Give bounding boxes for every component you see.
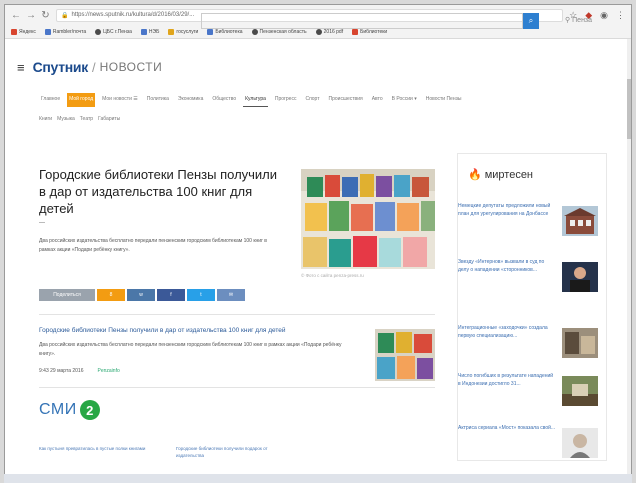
mirtesen-item-thumbnail	[562, 428, 598, 458]
logo-separator: /	[91, 59, 96, 75]
mirtesen-item-thumbnail	[562, 262, 598, 292]
tag-link[interactable]: Габариты	[98, 116, 120, 122]
rubric-item[interactable]: Культура	[243, 93, 268, 107]
bookmark[interactable]: госуслуги	[168, 28, 198, 35]
menu-icon[interactable]: ⋮	[616, 10, 625, 21]
mirtesen-header[interactable]: 🔥 миртесен	[468, 168, 534, 182]
smi2-logo[interactable]: СМИ 2	[39, 400, 100, 420]
rubric-item[interactable]: Экономика	[176, 93, 205, 107]
smi2-link[interactable]: Как пустыня превратилась в пустые полки …	[39, 445, 154, 459]
profile-icon[interactable]: ◉	[600, 10, 608, 21]
share-mail-button[interactable]: ✉	[217, 289, 245, 301]
tag-link[interactable]: Музыка	[57, 116, 75, 122]
share-vk-button[interactable]: w	[127, 289, 155, 301]
bookmark[interactable]: 2016 pdf	[315, 28, 343, 35]
related-news-link[interactable]: Городские библиотеки Пензы получили в да…	[39, 327, 359, 334]
photo-caption: © Фото с сайта penza-press.ru	[301, 273, 364, 278]
city-selector[interactable]: ⚲ Пенза	[565, 16, 593, 25]
tag-link[interactable]: Театр	[80, 116, 93, 122]
forward-icon[interactable]: →	[26, 10, 36, 21]
mirtesen-item-text: Число погибших в результате нападений в …	[458, 373, 554, 387]
mirtesen-item-text: Немецкие депутаты предложили новый план …	[458, 203, 551, 217]
share-twitter-button[interactable]: t	[187, 289, 215, 301]
back-icon[interactable]: ←	[11, 10, 21, 21]
article-lead: Два российских издательства бесплатно пе…	[39, 238, 267, 253]
search-button[interactable]: ⌕	[523, 13, 539, 29]
mirtesen-item[interactable]: Интеграционные «заходочки» создала перву…	[458, 324, 608, 368]
divider	[39, 314, 435, 315]
rubric-item[interactable]: Общество	[210, 93, 238, 107]
rubric-item[interactable]: В России ▾	[390, 93, 419, 107]
lock-icon: 🔒	[61, 12, 69, 19]
mirtesen-item[interactable]: Число погибших в результате нападений в …	[458, 372, 608, 416]
site-logo[interactable]: Спутник	[33, 59, 89, 75]
rubric-item[interactable]: Спорт	[303, 93, 321, 107]
logo-subtitle: НОВОСТИ	[99, 60, 163, 74]
related-news-text: Два российских издательства бесплатно пе…	[39, 342, 342, 357]
url-text: https://news.sputnik.ru/kultura/d/2016/0…	[71, 12, 195, 18]
rubric-nav: Главное Мой город Мои новости ☰ Политика Эко…	[39, 93, 464, 107]
rubric-item[interactable]: Прогресс	[273, 93, 299, 107]
mirtesen-item-thumbnail	[562, 206, 598, 236]
rubric-item[interactable]: Политика	[145, 93, 171, 107]
bookmark[interactable]: Библиотеки	[352, 28, 387, 35]
share-facebook-button[interactable]: f	[157, 289, 185, 301]
related-news-date: 9:43 29 марта 2016	[39, 368, 84, 374]
mirtesen-item-thumbnail	[562, 328, 598, 358]
search-icon: ⌕	[528, 16, 534, 25]
smi2-logo-badge: 2	[79, 400, 100, 420]
hamburger-icon[interactable]: ≡	[17, 60, 25, 75]
bookmark[interactable]: НЭБ	[140, 28, 159, 35]
os-taskbar	[4, 474, 632, 483]
rubric-item[interactable]: Мой город	[67, 93, 96, 107]
flame-icon: 🔥	[468, 169, 482, 181]
bookmark[interactable]: ЦБС г.Пенза	[95, 28, 132, 35]
rubric-item[interactable]: Авто	[370, 93, 385, 107]
smi2-links: Как пустыня превратилась в пустые полки …	[39, 445, 291, 459]
rubric-item[interactable]: Мои новости ☰	[100, 93, 140, 107]
location-pin-icon: ⚲	[565, 17, 571, 24]
mirtesen-item[interactable]: Звезду «Интернов» вызвали в суд по делу …	[458, 258, 608, 302]
scrollbar-thumb[interactable]	[627, 79, 631, 139]
rubric-item[interactable]: Новости Пензы	[424, 93, 464, 107]
bookmark[interactable]: Rambler/почта	[44, 28, 86, 35]
mirtesen-item-text: Звезду «Интернов» вызвали в суд по делу …	[458, 259, 545, 273]
rubric-item[interactable]: Происшествия	[327, 93, 365, 107]
bookmark[interactable]: Пензенская область	[251, 28, 307, 35]
search-input[interactable]	[201, 13, 523, 29]
mirtesen-item[interactable]: Немецкие депутаты предложили новый план …	[458, 202, 608, 246]
article-title: Городские библиотеки Пензы получили в да…	[39, 167, 278, 216]
tag-list: Книги Музыка Театр Габариты	[39, 116, 120, 122]
mirtesen-widget: 🔥 миртесен Немецкие депутаты предложили …	[457, 153, 607, 461]
page-scrollbar[interactable]	[627, 39, 631, 479]
share-bar: Поделиться 8 w f t ✉	[39, 289, 245, 301]
mirtesen-item[interactable]: Актриса сериала «Мост» показала свой...	[458, 424, 608, 468]
browser-window: ← → ↻ 🔒 https://news.sputnik.ru/kultura/…	[4, 4, 632, 480]
article-photo[interactable]	[301, 169, 435, 269]
mirtesen-item-thumbnail	[562, 376, 598, 406]
share-label: Поделиться	[39, 289, 95, 301]
site-header: ≡ Спутник / НОВОСТИ	[5, 51, 631, 83]
divider	[39, 387, 435, 388]
related-news-source[interactable]: Penzainfo	[98, 368, 120, 374]
share-ok-button[interactable]: 8	[97, 289, 125, 301]
mirtesen-title: миртесен	[484, 168, 534, 181]
rubric-item[interactable]: Главное	[39, 93, 62, 107]
city-name: Пенза	[572, 16, 593, 24]
smi2-link[interactable]: Городские библиотеки получили подарок от…	[176, 445, 291, 459]
smi2-logo-text: СМИ	[39, 401, 77, 418]
related-news-thumbnail[interactable]	[375, 329, 435, 381]
bookmark[interactable]: Яндекс	[11, 28, 36, 35]
related-news-meta: 9:43 29 марта 2016 Penzainfo	[39, 368, 120, 374]
bookmark[interactable]: Библиотека	[207, 28, 243, 35]
tag-link[interactable]: Книги	[39, 116, 52, 122]
title-divider	[39, 222, 45, 223]
mirtesen-item-text: Интеграционные «заходочки» создала перву…	[458, 325, 548, 339]
mirtesen-item-text: Актриса сериала «Мост» показала свой...	[458, 425, 556, 431]
reload-icon[interactable]: ↻	[41, 10, 50, 21]
